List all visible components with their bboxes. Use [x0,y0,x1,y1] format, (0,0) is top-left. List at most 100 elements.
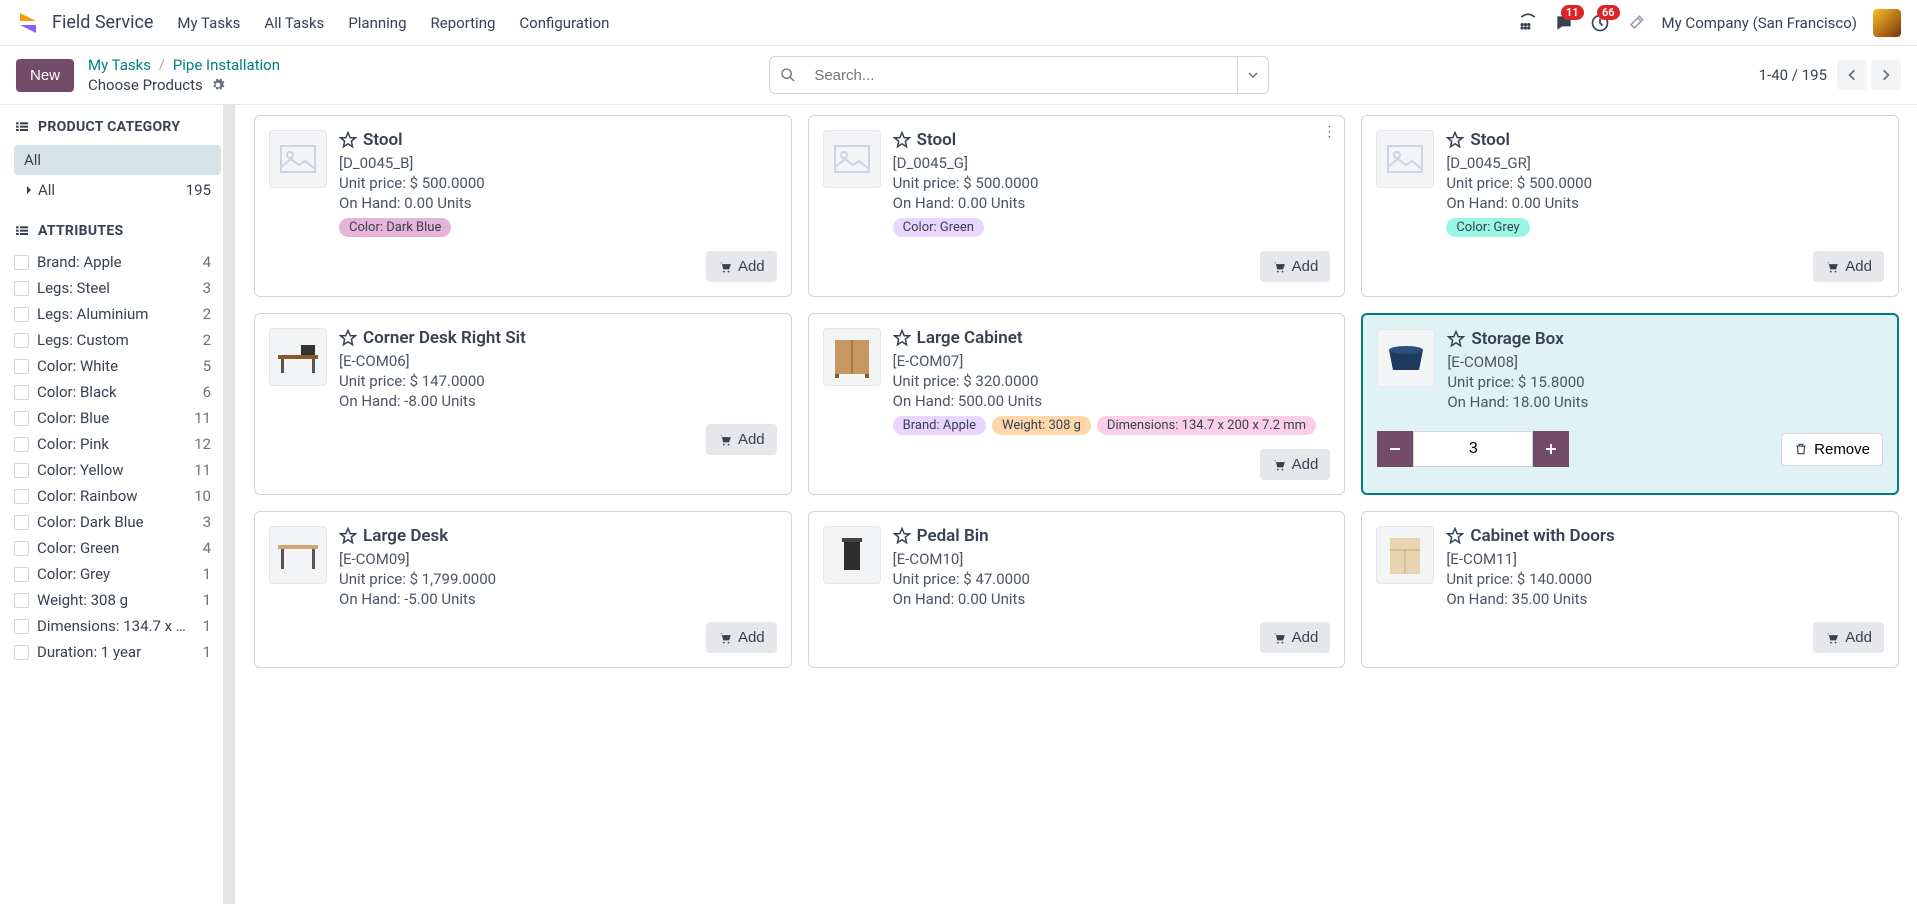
attribute-filter[interactable]: Color: Black6 [14,379,221,405]
star-icon[interactable] [1446,527,1464,545]
breadcrumb-mytasks[interactable]: My Tasks [88,56,151,74]
add-button[interactable]: Add [1813,622,1884,653]
attribute-filter[interactable]: Legs: Steel3 [14,275,221,301]
add-button[interactable]: Add [706,251,777,282]
add-button[interactable]: Add [706,622,777,653]
star-icon[interactable] [339,329,357,347]
checkbox[interactable] [14,281,29,296]
attribute-filter[interactable]: Dimensions: 134.7 x ...1 [14,613,221,639]
nav-item[interactable]: Planning [348,14,406,32]
search-dropdown[interactable] [1237,57,1268,93]
product-card[interactable]: Large Desk [E-COM09] Unit price: $ 1,799… [254,511,792,668]
attribute-filter[interactable]: Color: Blue11 [14,405,221,431]
attribute-filter[interactable]: Color: Rainbow10 [14,483,221,509]
clock-icon[interactable]: 66 [1590,13,1610,33]
attribute-filter[interactable]: Color: Green4 [14,535,221,561]
checkbox[interactable] [14,333,29,348]
search-icon [770,67,806,83]
attribute-filter[interactable]: Color: Grey1 [14,561,221,587]
add-button[interactable]: Add [1260,449,1331,480]
nav-item[interactable]: Reporting [431,14,496,32]
category-all-active[interactable]: All [14,145,221,175]
pager-prev[interactable] [1837,60,1867,90]
product-card[interactable]: Stool [D_0045_GR] Unit price: $ 500.0000… [1361,115,1899,297]
attribute-filter[interactable]: Brand: Apple4 [14,249,221,275]
qty-plus-button[interactable] [1533,431,1569,467]
checkbox[interactable] [14,619,29,634]
company-name[interactable]: My Company (San Francisco) [1662,14,1857,32]
product-card[interactable]: Cabinet with Doors [E-COM11] Unit price:… [1361,511,1899,668]
checkbox[interactable] [14,567,29,582]
checkbox[interactable] [14,463,29,478]
attribute-filter[interactable]: Color: Pink12 [14,431,221,457]
attributes-header: ATTRIBUTES [14,223,221,239]
attribute-filter[interactable]: Legs: Custom2 [14,327,221,353]
wrench-icon[interactable] [1626,13,1646,33]
product-price: Unit price: $ 500.0000 [893,174,1331,192]
attribute-filter[interactable]: Color: Yellow11 [14,457,221,483]
product-card[interactable]: Pedal Bin [E-COM10] Unit price: $ 47.000… [808,511,1346,668]
attr-label: Dimensions: 134.7 x ... [37,617,187,635]
attribute-filter[interactable]: Color: Dark Blue3 [14,509,221,535]
attr-label: Color: Rainbow [37,487,138,505]
qty-minus-button[interactable] [1377,431,1413,467]
checkbox[interactable] [14,385,29,400]
product-name: Cabinet with Doors [1470,526,1614,546]
category-all-row[interactable]: All 195 [14,175,221,205]
star-icon[interactable] [1447,330,1465,348]
pager-text[interactable]: 1-40 / 195 [1759,66,1827,84]
checkbox[interactable] [14,359,29,374]
attr-label: Color: Green [37,539,119,557]
product-thumb [269,130,327,188]
star-icon[interactable] [893,527,911,545]
add-button[interactable]: Add [1260,251,1331,282]
gear-icon[interactable] [211,78,225,92]
add-button[interactable]: Add [1813,251,1884,282]
add-button[interactable]: Add [1260,622,1331,653]
app-title[interactable]: Field Service [52,12,153,33]
star-icon[interactable] [339,527,357,545]
checkbox[interactable] [14,255,29,270]
add-button[interactable]: Add [706,424,777,455]
product-card[interactable]: Corner Desk Right Sit [E-COM06] Unit pri… [254,313,792,495]
product-thumb [823,328,881,386]
checkbox[interactable] [14,541,29,556]
checkbox[interactable] [14,307,29,322]
star-icon[interactable] [893,131,911,149]
avatar[interactable] [1873,9,1901,37]
search-input[interactable] [806,67,1237,84]
attr-label: Color: Yellow [37,461,124,479]
phone-icon[interactable] [1518,13,1538,33]
star-icon[interactable] [893,329,911,347]
attribute-filter[interactable]: Color: White5 [14,353,221,379]
checkbox[interactable] [14,515,29,530]
chat-icon[interactable]: 11 [1554,13,1574,33]
product-card[interactable]: Storage Box [E-COM08] Unit price: $ 15.8… [1361,313,1899,495]
product-card[interactable]: Large Cabinet [E-COM07] Unit price: $ 32… [808,313,1346,495]
cart-icon [1272,458,1286,472]
checkbox[interactable] [14,411,29,426]
attribute-filter[interactable]: Weight: 308 g1 [14,587,221,613]
kebab-icon[interactable]: ⋮ [1322,124,1336,140]
nav-item[interactable]: My Tasks [177,14,240,32]
remove-button[interactable]: Remove [1781,433,1883,466]
star-icon[interactable] [1446,131,1464,149]
attribute-filter[interactable]: Legs: Aluminium2 [14,301,221,327]
nav-item[interactable]: All Tasks [264,14,324,32]
breadcrumb-task[interactable]: Pipe Installation [173,56,280,74]
product-card[interactable]: ⋮ Stool [D_0045_G] Unit price: $ 500.000… [808,115,1346,297]
checkbox[interactable] [14,593,29,608]
pager-next[interactable] [1871,60,1901,90]
qty-input[interactable] [1413,431,1533,467]
checkbox[interactable] [14,437,29,452]
nav-item[interactable]: Configuration [519,14,609,32]
checkbox[interactable] [14,645,29,660]
category-header: PRODUCT CATEGORY [14,119,221,135]
checkbox[interactable] [14,489,29,504]
attribute-filter[interactable]: Duration: 1 year1 [14,639,221,665]
cart-icon [1272,631,1286,645]
product-card[interactable]: Stool [D_0045_B] Unit price: $ 500.0000 … [254,115,792,297]
star-icon[interactable] [339,131,357,149]
product-name: Stool [363,130,403,150]
new-button[interactable]: New [16,59,74,92]
